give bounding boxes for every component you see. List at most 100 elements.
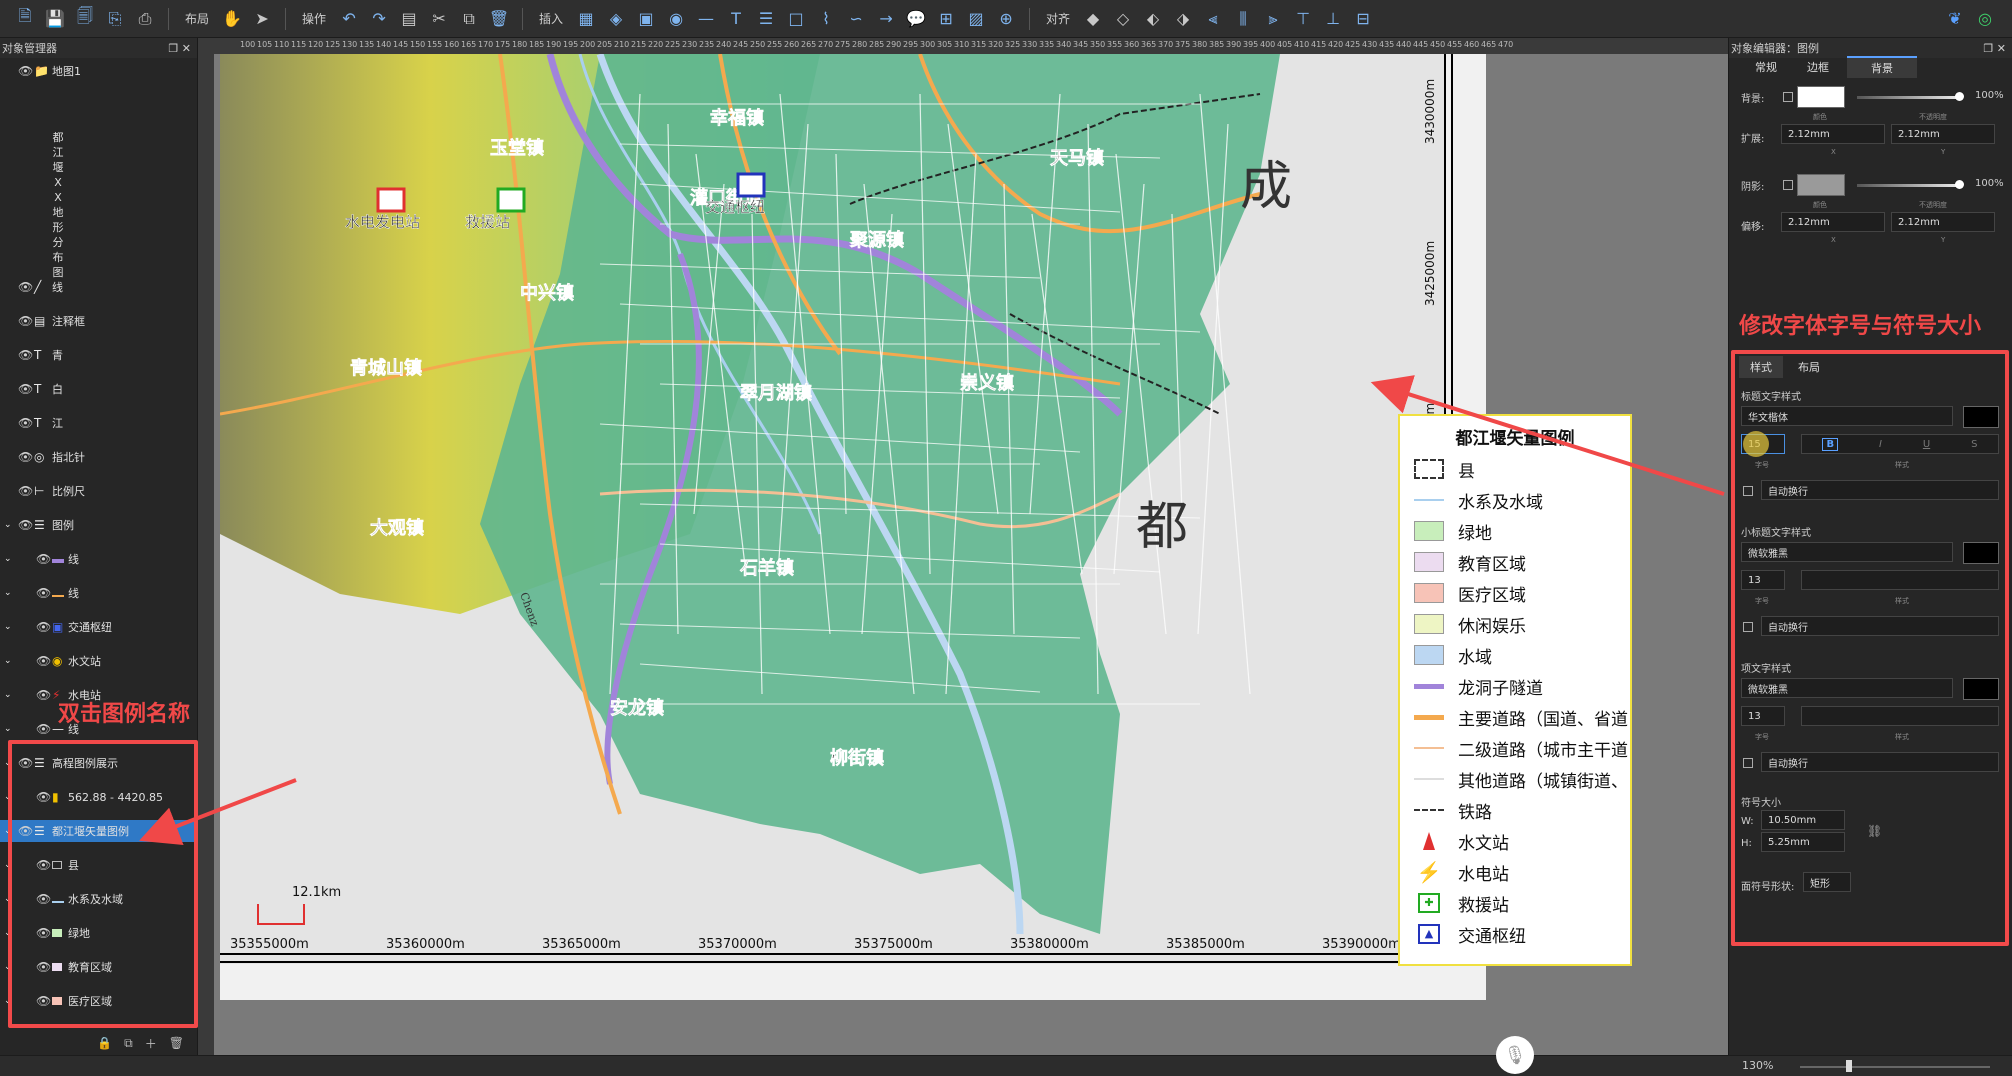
print-icon[interactable]: ⎙	[132, 6, 158, 32]
tab-layout[interactable]: 布局	[1787, 356, 1831, 378]
item-color-swatch[interactable]	[1963, 678, 1999, 700]
trash-icon[interactable]: 🗑	[169, 1036, 184, 1050]
visibility-eye-icon[interactable]: 👁	[18, 382, 33, 396]
shape-select[interactable]: 矩形	[1803, 872, 1851, 892]
poi-marker[interactable]	[376, 187, 406, 213]
legend-item[interactable]: 铁路	[1412, 797, 1492, 823]
pan-icon[interactable]: ✋	[219, 6, 245, 32]
duplicate-icon[interactable]: ⧉	[124, 1036, 133, 1051]
tab-style[interactable]: 样式	[1739, 356, 1783, 378]
redo-icon[interactable]: ↷	[366, 6, 392, 32]
zoom-handle[interactable]	[1846, 1060, 1852, 1072]
visibility-eye-icon[interactable]: 👁	[18, 416, 33, 430]
tree-item[interactable]: 👁 T 江	[0, 412, 198, 434]
strikethrough-icon[interactable]: S	[1971, 439, 1977, 450]
save-as-icon[interactable]: 🗐	[72, 6, 98, 32]
tab-general[interactable]: 常规	[1743, 56, 1789, 78]
visibility-eye-icon[interactable]: 👁	[36, 620, 51, 634]
new-icon[interactable]: 🗎	[12, 6, 38, 32]
tree-item[interactable]: ⌄ 👁 线	[0, 548, 198, 570]
visibility-eye-icon[interactable]: 👁	[18, 518, 33, 532]
background-color-swatch[interactable]	[1797, 86, 1845, 108]
expand-icon[interactable]: ⌄	[4, 622, 12, 632]
symbol-width-input[interactable]: 10.50mm	[1761, 810, 1845, 830]
item-style-buttons[interactable]	[1801, 706, 1999, 726]
tree-item[interactable]: 👁 ⊢ 比例尺	[0, 480, 198, 502]
tree-item-map[interactable]: 👁 📁 地图1	[0, 60, 198, 82]
lock-icon[interactable]: 🔒	[97, 1036, 112, 1050]
expand-icon[interactable]: ⌄	[4, 554, 12, 564]
shadow-opacity-slider[interactable]	[1857, 184, 1961, 187]
float-icon[interactable]: ❐	[168, 42, 178, 55]
insert-curve-icon[interactable]: ∽	[843, 6, 869, 32]
close-icon[interactable]: ✕	[182, 42, 191, 55]
background-opacity-handle[interactable]	[1955, 92, 1964, 101]
tree-item[interactable]: ⌄ 👁 ▣ 交通枢纽	[0, 616, 198, 638]
legend-item[interactable]: 水系及水域	[1412, 487, 1543, 513]
tree-item[interactable]: 👁 ╱ 线	[0, 276, 198, 298]
tree-item[interactable]: ⌄ 👁 线	[0, 582, 198, 604]
align-center-icon[interactable]: ⫼	[1230, 6, 1256, 32]
offset-y-input[interactable]: 2.12mm	[1891, 212, 1995, 232]
legend-item[interactable]: 水文站	[1412, 828, 1509, 854]
microphone-icon[interactable]: 🎙	[1496, 1036, 1534, 1074]
visibility-eye-icon[interactable]: 👁	[36, 586, 51, 600]
italic-icon[interactable]: I	[1879, 439, 1882, 450]
distribute-icon[interactable]: ⊟	[1350, 6, 1376, 32]
align-right-icon[interactable]: ⫸	[1260, 6, 1286, 32]
legend-item[interactable]: 其他道路（城镇街道、	[1412, 766, 1628, 792]
insert-table-icon[interactable]: ⊞	[933, 6, 959, 32]
select-arrow-icon[interactable]: ➤	[249, 6, 275, 32]
shadow-color-swatch[interactable]	[1797, 174, 1845, 196]
visibility-eye-icon[interactable]: 👁	[18, 348, 33, 362]
legend-item[interactable]: ✚ 救援站	[1412, 890, 1509, 916]
insert-image-icon[interactable]: ▣	[633, 6, 659, 32]
shadow-checkbox[interactable]	[1783, 180, 1793, 190]
tree-item[interactable]: 👁 ◎ 指北针	[0, 446, 198, 468]
zoom-slider[interactable]	[1800, 1066, 1990, 1068]
visibility-eye-icon[interactable]: 👁	[18, 484, 33, 498]
legend-item[interactable]: 县	[1412, 456, 1475, 482]
subtitle-style-buttons[interactable]	[1801, 570, 1999, 590]
visibility-eye-icon[interactable]: 👁	[36, 552, 51, 566]
expand-x-input[interactable]: 2.12mm	[1781, 124, 1885, 144]
float-icon[interactable]: ❐	[1983, 42, 1993, 55]
poi-marker[interactable]	[496, 187, 526, 213]
symbol-height-input[interactable]: 5.25mm	[1761, 832, 1845, 852]
layout-page[interactable]: Chenz 玉堂镇 幸福镇 天马镇 中兴镇 聚源镇 青城山镇 翠月湖镇 崇义镇 大观镇 石羊镇 安龙镇…	[220, 54, 1632, 1000]
item-font-select[interactable]: 微软雅黑	[1741, 678, 1953, 698]
legend-item[interactable]: 水域	[1412, 642, 1492, 668]
legend-item[interactable]: 医疗区域	[1412, 580, 1526, 606]
subtitle-font-select[interactable]: 微软雅黑	[1741, 542, 1953, 562]
poi-marker[interactable]	[736, 172, 766, 198]
expand-icon[interactable]: ⌄	[4, 690, 12, 700]
zoom-level[interactable]: 130%	[1742, 1059, 1773, 1072]
expand-icon[interactable]: ⌄	[4, 520, 12, 530]
title-font-select[interactable]: 华文楷体	[1741, 406, 1953, 426]
subtitle-size-select[interactable]: 13	[1741, 570, 1785, 590]
bold-icon[interactable]: B	[1822, 437, 1839, 451]
visibility-eye-icon[interactable]: 👁	[18, 314, 33, 328]
sync-icon[interactable]: ◎	[1972, 6, 1998, 32]
tree-item[interactable]: 👁 T 青	[0, 344, 198, 366]
insert-map-icon[interactable]: ▦	[573, 6, 599, 32]
insert-arrow-icon[interactable]: →	[873, 6, 899, 32]
expand-icon[interactable]: ⌄	[4, 656, 12, 666]
subtitle-wrap-checkbox[interactable]	[1743, 622, 1753, 632]
insert-line-icon[interactable]: —	[693, 6, 719, 32]
expand-icon[interactable]: ⌄	[4, 724, 12, 734]
insert-polyline-icon[interactable]: ⌇	[813, 6, 839, 32]
align-left-icon[interactable]: ⫷	[1200, 6, 1226, 32]
legend-item[interactable]: 绿地	[1412, 518, 1492, 544]
export-icon[interactable]: ⎘	[102, 6, 128, 32]
title-color-swatch[interactable]	[1963, 406, 1999, 428]
expand-icon[interactable]: ⌄	[4, 588, 12, 598]
insert-callout-icon[interactable]: 💬	[903, 6, 929, 32]
insert-text-icon[interactable]: T	[723, 6, 749, 32]
legend-item[interactable]: 主要道路（国道、省道	[1412, 704, 1628, 730]
insert-legend-icon[interactable]: ☰	[753, 6, 779, 32]
save-icon[interactable]: 💾	[42, 6, 68, 32]
background-opacity-slider[interactable]	[1857, 96, 1961, 99]
account-icon[interactable]: ❦	[1942, 6, 1968, 32]
subtitle-color-swatch[interactable]	[1963, 542, 1999, 564]
